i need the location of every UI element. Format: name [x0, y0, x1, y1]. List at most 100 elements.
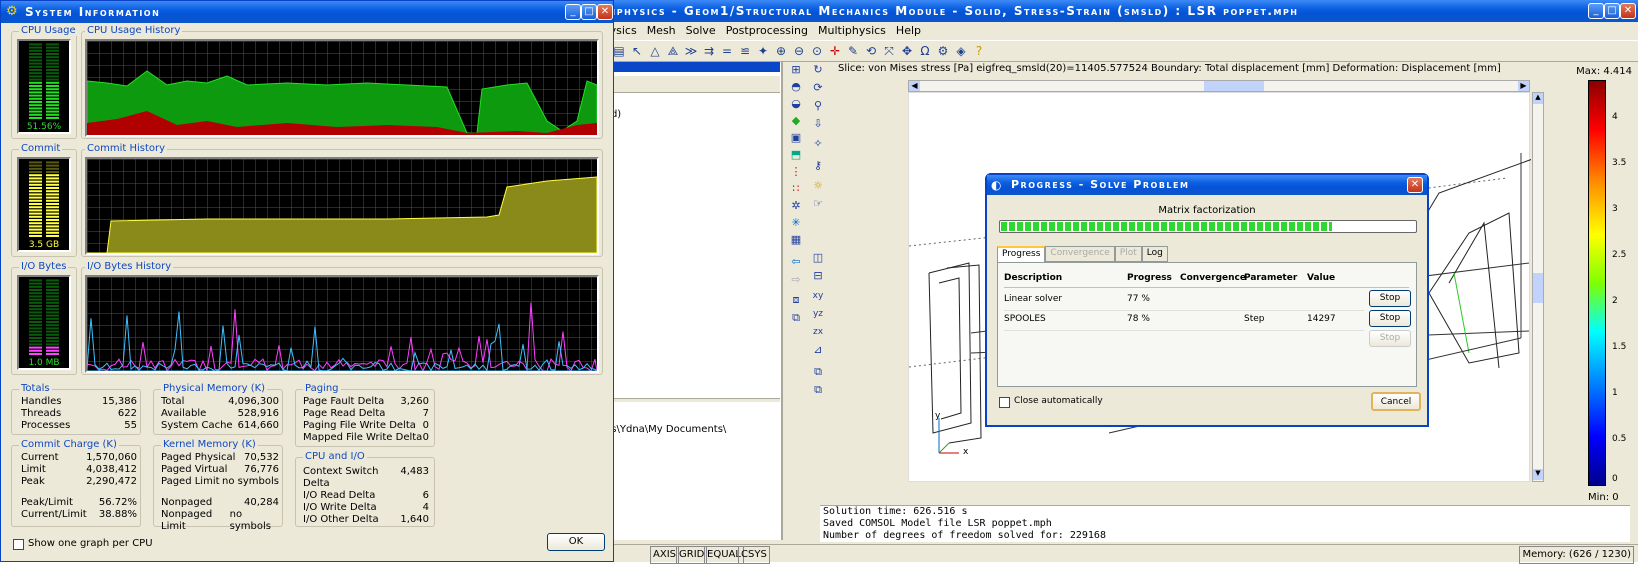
sysinfo-minimize-button[interactable]: _ — [565, 4, 581, 20]
camera-icon[interactable]: ⚷ — [810, 158, 826, 174]
help-icon[interactable]: ? — [971, 43, 987, 59]
layer2-icon[interactable]: ⧉ — [788, 310, 804, 326]
rotate-view-icon[interactable]: ↻ — [810, 62, 826, 78]
sysinfo-maximize-button[interactable]: □ — [581, 4, 597, 20]
cube-icon[interactable]: ⬒ — [788, 147, 804, 163]
gear-icon[interactable]: ⚙ — [935, 43, 951, 59]
arrow-left-icon[interactable]: ⇦ — [788, 254, 804, 270]
zoom-extents-icon[interactable]: ✛ — [827, 43, 843, 59]
zx-plane-icon[interactable]: zx — [810, 324, 826, 340]
triangle-icon[interactable]: △ — [647, 43, 663, 59]
mesh-triangle-icon[interactable]: ⟁ — [665, 43, 681, 59]
select-arrow-icon[interactable]: ↖ — [629, 43, 645, 59]
point-icon[interactable]: ▣ — [788, 130, 804, 146]
arrow-right-icon[interactable]: ⇨ — [788, 272, 804, 288]
status-axis-button[interactable]: AXIS — [650, 546, 679, 564]
scatter-icon[interactable]: ✲ — [788, 198, 804, 214]
table-row: Mapped File Write Delta 0 — [303, 432, 429, 444]
horizontal-scrollbar[interactable]: ◀ ▶ — [908, 80, 1530, 92]
comsol-minimize-button[interactable]: _ — [1588, 3, 1604, 19]
show-one-graph-checkbox[interactable] — [13, 539, 24, 550]
dotted-grid-icon[interactable]: ⋮ — [788, 164, 804, 180]
comsol-maximize-button[interactable]: □ — [1604, 3, 1620, 19]
star-icon[interactable]: ✳ — [788, 215, 804, 231]
light-icon[interactable]: ✧ — [810, 136, 826, 152]
vertical-scrollbar[interactable]: ▲ ▼ — [1532, 92, 1544, 482]
stop-button-spooles[interactable]: Stop — [1369, 310, 1411, 327]
zoom-icon[interactable]: ⚲ — [810, 98, 826, 114]
meter-segment — [29, 59, 42, 62]
equal-icon[interactable]: = — [719, 43, 735, 59]
xy-plane-icon[interactable]: xy — [810, 288, 826, 304]
scroll-left-arrow[interactable]: ◀ — [909, 81, 920, 91]
layer-icon[interactable]: ⧈ — [788, 292, 804, 308]
menu-postprocessing[interactable]: Postprocessing — [726, 22, 808, 40]
ok-button[interactable]: OK — [547, 533, 605, 551]
zoom-out-icon[interactable]: ⊖ — [791, 43, 807, 59]
meter-segment — [46, 301, 59, 304]
film-icon[interactable]: ▦ — [788, 232, 804, 248]
menu-multiphysics[interactable]: Multiphysics — [818, 22, 886, 40]
row-label: Mapped File Write Delta — [303, 432, 423, 443]
row-value: no symbols — [229, 509, 271, 532]
stop-button-disabled[interactable]: Stop — [1369, 330, 1411, 347]
edge-icon[interactable]: ◆ — [788, 113, 804, 129]
sun-icon[interactable]: ☼ — [810, 178, 826, 194]
tab-log[interactable]: Log — [1141, 246, 1168, 262]
zoom-window-icon[interactable]: ⊙ — [809, 43, 825, 59]
scroll-right-arrow[interactable]: ▶ — [1518, 81, 1529, 91]
progress-close-button[interactable]: ✕ — [1407, 177, 1423, 193]
axes-3d-icon[interactable]: ⊿ — [810, 342, 826, 358]
copy-view-icon[interactable]: ⧉ — [810, 364, 826, 380]
box-view-icon[interactable]: ◫ — [810, 250, 826, 266]
box2-view-icon[interactable]: ⊟ — [810, 268, 826, 284]
panel-splitter[interactable] — [588, 398, 780, 402]
solve-icon[interactable]: ≫ — [683, 43, 699, 59]
center-icon[interactable]: ⇩ — [810, 116, 826, 132]
flashlight-icon[interactable]: ☞ — [810, 196, 826, 212]
scroll-thumb[interactable] — [1204, 81, 1264, 91]
subdomain-icon[interactable]: ◓ — [788, 79, 804, 95]
row-value: no symbols — [222, 476, 279, 487]
orbit-icon[interactable]: ⟳ — [810, 80, 826, 96]
mesh-dots-icon[interactable]: ∷ — [788, 181, 804, 197]
stop-button-linear-solver[interactable]: Stop — [1369, 290, 1411, 307]
close-automatically-checkbox[interactable] — [999, 397, 1010, 408]
menu-mesh[interactable]: Mesh — [647, 22, 676, 40]
menu-solve[interactable]: Solve — [686, 22, 716, 40]
meter-segment — [29, 183, 42, 186]
tab-convergence[interactable]: Convergence — [1045, 246, 1115, 262]
restart-icon[interactable]: ⇉ — [701, 43, 717, 59]
plot-icon[interactable]: ✦ — [755, 43, 771, 59]
move-icon[interactable]: ⤧ — [881, 43, 897, 59]
status-csys-button[interactable]: CSYS — [738, 546, 770, 564]
tab-plot[interactable]: Plot — [1114, 246, 1142, 262]
vscroll-up-arrow[interactable]: ▲ — [1533, 93, 1543, 104]
vscroll-thumb[interactable] — [1533, 273, 1543, 303]
sysinfo-close-button[interactable]: ✕ — [597, 4, 613, 20]
status-grid-button[interactable]: GRID — [676, 546, 708, 564]
pan-icon[interactable]: ✥ — [899, 43, 915, 59]
vscroll-down-arrow[interactable]: ▼ — [1533, 469, 1543, 480]
row-label: Page Read Delta — [303, 408, 386, 419]
comsol-close-button[interactable]: ✕ — [1620, 3, 1636, 19]
kernel-memory-title: Kernel Memory (K) — [161, 439, 258, 450]
menu-help[interactable]: Help — [896, 22, 921, 40]
tab-progress[interactable]: Progress — [997, 246, 1046, 262]
animate-icon[interactable]: ◈ — [953, 43, 969, 59]
param-icon[interactable]: ≌ — [737, 43, 753, 59]
meter-segment — [29, 161, 42, 164]
meter-segment — [46, 65, 59, 68]
zoom-in-icon[interactable]: ⊕ — [773, 43, 789, 59]
row-value: 15,386 — [102, 396, 137, 407]
omega-icon[interactable]: Ω — [917, 43, 933, 59]
row-value: 4,483 — [400, 466, 429, 477]
axis-icon[interactable]: ⊞ — [788, 62, 804, 78]
rotate-icon[interactable]: ⟲ — [863, 43, 879, 59]
draw-icon[interactable]: ✎ — [845, 43, 861, 59]
cancel-button[interactable]: Cancel — [1371, 392, 1421, 411]
meter-segment — [29, 317, 42, 320]
paste-view-icon[interactable]: ⧉ — [810, 382, 826, 398]
yz-plane-icon[interactable]: yz — [810, 306, 826, 322]
boundary-icon[interactable]: ◒ — [788, 96, 804, 112]
